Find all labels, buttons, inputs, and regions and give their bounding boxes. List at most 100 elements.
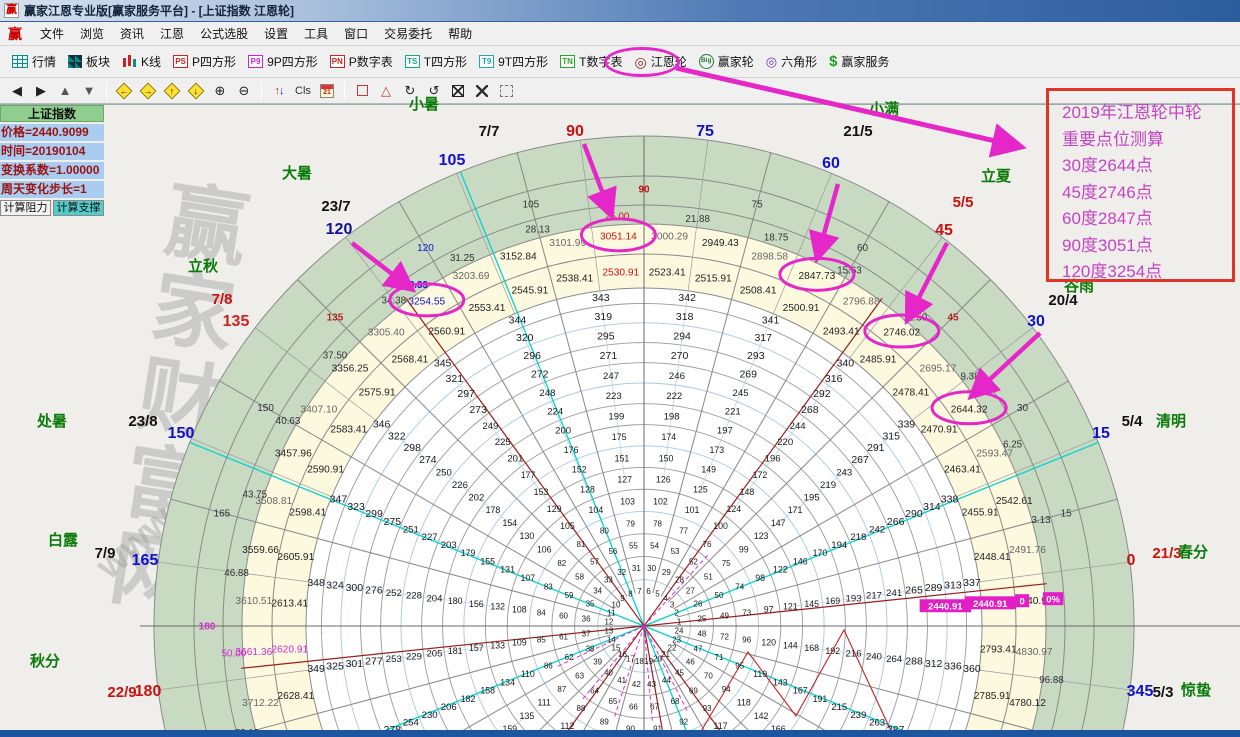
zoom-out-button[interactable]: ⊖ bbox=[233, 81, 255, 101]
badge-icon: PN bbox=[330, 55, 345, 68]
dia-right-button[interactable]: → bbox=[137, 81, 159, 101]
parameter-panel: 上证指数 价格=2440.9099时间=20190104变换系数=1.00000… bbox=[0, 105, 104, 216]
title-bar[interactable]: 赢 赢家江恩专业版[赢家服务平台] - [上证指数 江恩轮] bbox=[0, 0, 1240, 22]
zoom-out-icon: ⊖ bbox=[239, 83, 250, 99]
toolbar-label: 板块 bbox=[86, 53, 110, 70]
cls-label: Cls bbox=[295, 85, 311, 97]
toolbar-label: P数字表 bbox=[349, 53, 393, 70]
menu-bar: 赢 文件浏览资讯江恩公式选股设置工具窗口交易委托帮助 bbox=[0, 22, 1240, 46]
annotation-box: 2019年江恩轮中轮重要点位测算30度2644点45度2746点60度2847点… bbox=[1046, 88, 1235, 282]
arc-cw-button[interactable]: ↻ bbox=[399, 81, 421, 101]
toolbar-label: 9T四方形 bbox=[498, 53, 548, 70]
tri-down-button[interactable]: ▼ bbox=[78, 81, 100, 101]
toolbar-button-P四方形[interactable]: PSP四方形 bbox=[167, 50, 242, 73]
badge-icon: PS bbox=[173, 55, 188, 68]
select-box-icon bbox=[500, 85, 513, 97]
menu-item-6[interactable]: 工具 bbox=[296, 24, 336, 44]
toolbar-button-T四方形[interactable]: TS T四方形 bbox=[399, 50, 473, 73]
service-icon: $ bbox=[829, 54, 837, 69]
toolbar-separator bbox=[344, 82, 345, 100]
toolbar-label: 赢家服务 bbox=[841, 53, 889, 70]
main-toolbar: 行情 板块 K线PSP四方形P99P四方形 PN P数字表 TS T四方形 T9 9T四方形 TN… bbox=[0, 46, 1240, 78]
menu-item-7[interactable]: 窗口 bbox=[336, 24, 376, 44]
center-cross-button[interactable] bbox=[471, 81, 493, 101]
toolbar-button-赢家轮[interactable]: Big赢家轮 bbox=[693, 50, 760, 73]
menu-item-0[interactable]: 文件 bbox=[32, 24, 72, 44]
window-bottom-edge bbox=[0, 730, 1240, 737]
square-button[interactable] bbox=[351, 81, 373, 101]
toolbar-button-K线[interactable]: K线 bbox=[116, 50, 167, 73]
toolbar-button-9P四方形[interactable]: P99P四方形 bbox=[242, 50, 324, 73]
calc-resistance-button[interactable]: 计算阻力 bbox=[0, 200, 51, 216]
toolbar-label: T四方形 bbox=[424, 53, 467, 70]
tri-up-icon: ▲ bbox=[59, 83, 72, 98]
back-icon: ◀ bbox=[12, 83, 22, 99]
dia-up-button[interactable]: ↑ bbox=[161, 81, 183, 101]
calc-support-button[interactable]: 计算支撑 bbox=[53, 200, 104, 216]
time-axis-icon: ↑↓ bbox=[275, 85, 284, 97]
menu-item-4[interactable]: 公式选股 bbox=[192, 24, 256, 44]
arc-ccw-icon: ↺ bbox=[429, 83, 440, 99]
menu-item-8[interactable]: 交易委托 bbox=[376, 24, 440, 44]
candles-icon bbox=[122, 55, 137, 69]
cls-button[interactable]: Cls bbox=[292, 81, 314, 101]
blocks-icon bbox=[68, 55, 82, 68]
parameter-rows: 价格=2440.9099时间=20190104变换系数=1.00000周天变化步… bbox=[0, 124, 104, 198]
parameter-row: 变换系数=1.00000 bbox=[0, 162, 104, 179]
toolbar-button-T数字表[interactable]: TN T数字表 bbox=[554, 50, 628, 73]
zoom-in-button[interactable]: ⊕ bbox=[209, 81, 231, 101]
tri-up-button[interactable]: ▲ bbox=[54, 81, 76, 101]
back-button[interactable]: ◀ bbox=[6, 81, 28, 101]
t-updown-button[interactable]: ↑↓ bbox=[268, 81, 290, 101]
forward-button[interactable]: ▶ bbox=[30, 81, 52, 101]
badge-icon: P9 bbox=[248, 55, 263, 68]
annotation-line: 2019年江恩轮中轮 bbox=[1062, 100, 1232, 127]
toolbar-separator bbox=[106, 82, 107, 100]
toolbar-label: 六角形 bbox=[781, 53, 817, 70]
annotation-line: 120度3254点 bbox=[1062, 259, 1232, 286]
brand-icon: 赢 bbox=[8, 24, 22, 44]
toolbar-label: 江恩轮 bbox=[651, 53, 687, 70]
select-box-button[interactable] bbox=[495, 81, 517, 101]
dia-down-icon: ↓ bbox=[188, 82, 205, 99]
annotation-line: 45度2746点 bbox=[1062, 180, 1232, 207]
annotation-line: 60度2847点 bbox=[1062, 206, 1232, 233]
toolbar-label: T数字表 bbox=[579, 53, 622, 70]
toolbar-button-9T四方形[interactable]: T9 9T四方形 bbox=[473, 50, 554, 73]
toolbar-button-板块[interactable]: 板块 bbox=[62, 50, 116, 73]
calendar-button[interactable]: 21 bbox=[316, 81, 338, 101]
toolbar-button-赢家服务[interactable]: $ 赢家服务 bbox=[823, 50, 895, 73]
dia-left-icon: ← bbox=[116, 82, 133, 99]
menu-items: 文件浏览资讯江恩公式选股设置工具窗口交易委托帮助 bbox=[32, 25, 480, 43]
x-box-button[interactable] bbox=[447, 81, 469, 101]
hexagon-icon: ◎ bbox=[766, 55, 777, 69]
toolbar-button-江恩轮[interactable]: ◎江恩轮 bbox=[628, 50, 692, 73]
toolbar-button-P数字表[interactable]: PN P数字表 bbox=[324, 50, 399, 73]
menu-item-5[interactable]: 设置 bbox=[256, 24, 296, 44]
triangle-button[interactable]: △ bbox=[375, 81, 397, 101]
menu-item-3[interactable]: 江恩 bbox=[152, 24, 192, 44]
toolbar-label: 行情 bbox=[32, 53, 56, 70]
badge-icon: TS bbox=[405, 55, 420, 68]
winner-wheel-icon: Big bbox=[699, 54, 714, 69]
dia-left-button[interactable]: ← bbox=[113, 81, 135, 101]
badge-icon: T9 bbox=[479, 55, 494, 68]
menu-item-2[interactable]: 资讯 bbox=[112, 24, 152, 44]
arc-cw-icon: ↻ bbox=[405, 83, 416, 99]
app-window: 赢 赢家江恩专业版[赢家服务平台] - [上证指数 江恩轮] 赢 文件浏览资讯江… bbox=[0, 0, 1240, 737]
center-cross-icon bbox=[476, 85, 488, 97]
toolbar-separator bbox=[261, 82, 262, 100]
dia-right-icon: → bbox=[140, 82, 157, 99]
toolbar-button-六角形[interactable]: ◎ 六角形 bbox=[760, 50, 823, 73]
toolbar-button-行情[interactable]: 行情 bbox=[6, 50, 62, 73]
instrument-name: 上证指数 bbox=[0, 105, 104, 122]
parameter-row: 时间=20190104 bbox=[0, 143, 104, 160]
arc-ccw-button[interactable]: ↺ bbox=[423, 81, 445, 101]
dia-down-button[interactable]: ↓ bbox=[185, 81, 207, 101]
square-tool-icon bbox=[357, 85, 368, 96]
annotation-line: 90度3051点 bbox=[1062, 233, 1232, 260]
badge-icon: TN bbox=[560, 55, 575, 68]
menu-item-1[interactable]: 浏览 bbox=[72, 24, 112, 44]
annotation-line: 重要点位测算 bbox=[1062, 127, 1232, 154]
menu-item-9[interactable]: 帮助 bbox=[440, 24, 480, 44]
